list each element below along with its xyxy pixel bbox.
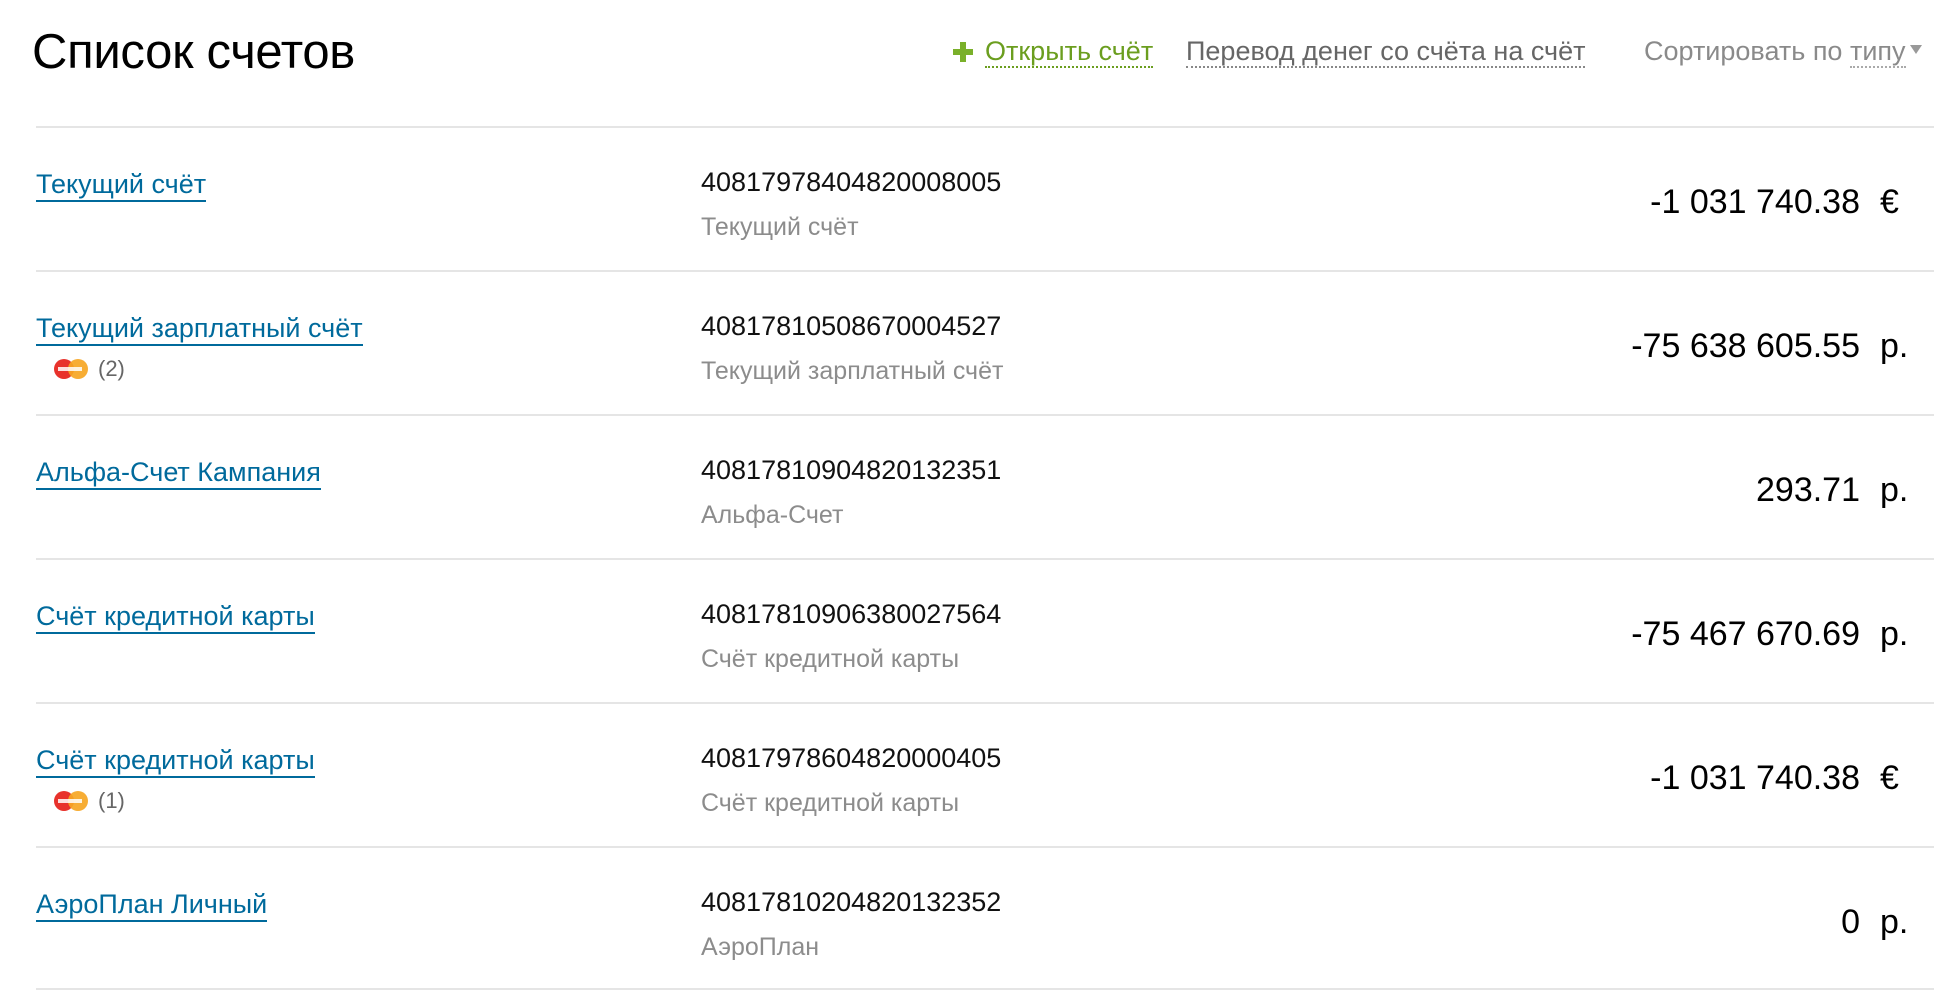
open-account-label: Открыть счёт (985, 36, 1154, 68)
mastercard-icon (54, 790, 92, 812)
account-number: 40817810904820132351 (701, 455, 1002, 485)
balance-currency: € (1880, 183, 1899, 221)
account-number: 40817810906380027564 (701, 599, 1002, 629)
cards-count: (1) (98, 788, 125, 813)
mastercard-icon (54, 358, 92, 380)
account-balance: -1 031 740.38 € (1334, 758, 1934, 798)
account-balance: -1 031 740.38 € (1334, 182, 1934, 222)
linked-cards[interactable]: (1) (54, 788, 125, 814)
account-number: 40817978604820000405 (701, 743, 1002, 773)
account-row: Текущий счёт 40817978404820008005 Текущи… (36, 126, 1934, 270)
account-name-link[interactable]: Счёт кредитной карты (36, 744, 315, 778)
balance-currency: р. (1880, 615, 1909, 653)
account-number: 40817810508670004527 (701, 311, 1002, 341)
sort-label: Сортировать по (1644, 36, 1843, 66)
accounts-list: Текущий счёт 40817978404820008005 Текущи… (36, 126, 1934, 990)
dropdown-arrow-icon[interactable] (1909, 45, 1922, 54)
accounts-page: Список счетов Открыть счёт Перевод денег… (0, 0, 1948, 1008)
account-type: АэроПлан (701, 933, 820, 961)
account-type: Счёт кредитной карты (701, 789, 960, 817)
account-name-link[interactable]: Текущий счёт (36, 168, 207, 202)
account-balance: 293.71 р. (1334, 470, 1934, 510)
sort-control: Сортировать по типу (1644, 36, 1922, 68)
account-row: Счёт кредитной карты 4081781090638002756… (36, 558, 1934, 702)
transfer-link[interactable]: Перевод денег со счёта на счёт (1186, 36, 1586, 68)
account-type: Альфа-Счет (701, 501, 844, 529)
account-balance: 0 р. (1334, 902, 1934, 942)
balance-currency: € (1880, 759, 1899, 797)
account-balance: -75 467 670.69 р. (1334, 614, 1934, 654)
account-name-link[interactable]: Счёт кредитной карты (36, 600, 315, 634)
balance-amount: -1 031 740.38 (1650, 759, 1860, 797)
balance-amount: -75 638 605.55 (1631, 327, 1860, 365)
account-name-link[interactable]: Альфа-Счет Кампания (36, 456, 321, 490)
account-row: Текущий зарплатный счёт (2) 408178105086… (36, 270, 1934, 414)
account-number: 40817810204820132352 (701, 887, 1002, 917)
account-row: Альфа-Счет Кампания 40817810904820132351… (36, 414, 1934, 558)
account-number: 40817978404820008005 (701, 167, 1002, 197)
cards-count: (2) (98, 356, 125, 381)
balance-amount: -1 031 740.38 (1650, 183, 1860, 221)
sort-dropdown[interactable]: типу (1849, 36, 1906, 68)
balance-currency: р. (1880, 903, 1909, 941)
balance-amount: 0 (1841, 903, 1860, 941)
linked-cards[interactable]: (2) (54, 356, 125, 382)
account-balance: -75 638 605.55 р. (1334, 326, 1934, 366)
account-name-link[interactable]: Текущий зарплатный счёт (36, 312, 363, 346)
plus-icon (953, 42, 973, 62)
account-type: Счёт кредитной карты (701, 645, 960, 673)
toolbar: Открыть счёт Перевод денег со счёта на с… (0, 36, 1948, 76)
account-name-link[interactable]: АэроПлан Личный (36, 888, 268, 922)
balance-currency: р. (1880, 327, 1909, 365)
balance-amount: -75 467 670.69 (1631, 615, 1860, 653)
account-type: Текущий счёт (701, 213, 859, 241)
account-row: АэроПлан Личный 40817810204820132352 Аэр… (36, 846, 1934, 990)
balance-currency: р. (1880, 471, 1909, 509)
open-account-button[interactable]: Открыть счёт (953, 36, 1154, 68)
balance-amount: 293.71 (1756, 471, 1860, 509)
account-row: Счёт кредитной карты (1) 408179786048200… (36, 702, 1934, 846)
account-type: Текущий зарплатный счёт (701, 357, 1004, 385)
